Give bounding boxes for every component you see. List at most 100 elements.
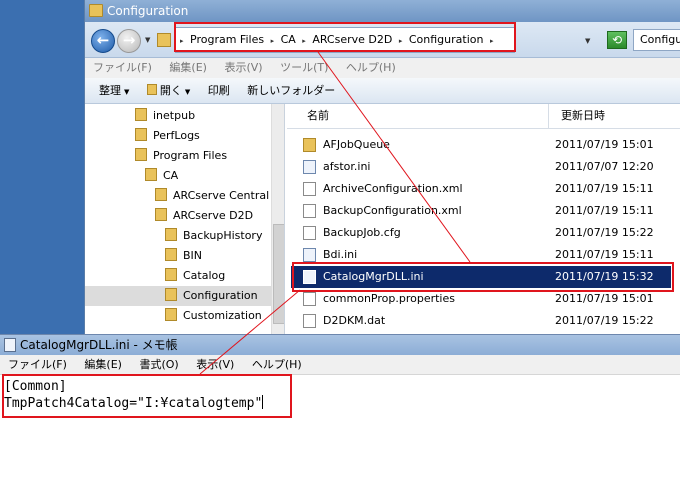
tree-item-inetpub[interactable]: inetpub	[135, 106, 195, 126]
file-date: 2011/07/07 12:20	[555, 160, 654, 173]
tree-item-label: ARCserve Central	[173, 189, 270, 202]
file-name: BackupJob.cfg	[323, 226, 401, 239]
notepad-menu-format[interactable]: 書式(O)	[139, 358, 178, 371]
file-row[interactable]: ArchiveConfiguration.xml 2011/07/19 15:11	[291, 178, 671, 200]
tree-item-label: Program Files	[153, 149, 228, 162]
tree-scrollbar[interactable]	[271, 104, 284, 340]
forward-arrow-icon: →	[122, 31, 136, 49]
folder-icon	[165, 248, 177, 261]
chevron-down-icon: ▼	[184, 88, 191, 96]
address-folder-icon	[157, 33, 171, 47]
address-highlight-box	[174, 22, 516, 52]
tree-item-label: ARCserve D2D	[173, 209, 254, 222]
notepad-menu-edit[interactable]: 編集(E)	[84, 358, 122, 371]
tree-item-label: inetpub	[153, 109, 196, 122]
file-name: afstor.ini	[323, 160, 371, 173]
tree-item-arcserve-d2d[interactable]: ARCserve D2D	[155, 206, 253, 226]
menu-view[interactable]: 表示(V)	[224, 61, 262, 74]
tree-item-ca[interactable]: CA	[145, 166, 178, 186]
forward-button[interactable]: →	[117, 29, 141, 53]
new-folder-button[interactable]: 新しいフォルダー	[247, 84, 335, 97]
open-label: 開く	[159, 84, 182, 97]
tree-item-perflogs[interactable]: PerfLogs	[135, 126, 200, 146]
text-highlight-box	[2, 374, 292, 418]
tree-item-label: Catalog	[183, 269, 226, 282]
chevron-down-icon: ▼	[124, 88, 130, 96]
tree-item-customization[interactable]: Customization	[165, 306, 262, 326]
document-icon	[303, 204, 316, 218]
file-name: AFJobQueue	[323, 138, 390, 151]
file-row[interactable]: D2DKM.dat 2011/07/19 15:22	[291, 310, 671, 332]
search-input[interactable]: Configur	[633, 29, 680, 51]
folder-icon	[135, 108, 147, 121]
file-row[interactable]: AFJobQueue 2011/07/19 15:01	[291, 134, 671, 156]
organize-label: 整理	[99, 84, 121, 97]
open-button[interactable]: 開く ▼	[146, 84, 191, 97]
column-header-date[interactable]: 更新日時	[549, 104, 680, 128]
menu-help[interactable]: ヘルプ(H)	[346, 61, 396, 74]
notepad-menu-help[interactable]: ヘルプ(H)	[252, 358, 302, 371]
tree-item-program-files[interactable]: Program Files	[135, 146, 227, 166]
folder-icon	[165, 308, 177, 321]
folder-icon	[135, 128, 147, 141]
command-bar: 整理 ▼ 開く ▼ 印刷 新しいフォルダー	[85, 78, 680, 104]
document-icon	[303, 226, 316, 240]
tree-item-configuration[interactable]: Configuration	[85, 286, 271, 306]
tree-item-label: BackupHistory	[183, 229, 263, 242]
document-icon	[303, 182, 316, 196]
file-date: 2011/07/19 15:22	[555, 314, 654, 327]
tree-item-label: PerfLogs	[153, 129, 200, 142]
notepad-menu-file[interactable]: ファイル(F)	[8, 358, 67, 371]
folder-icon	[155, 188, 167, 201]
folder-icon	[165, 268, 177, 281]
file-date: 2011/07/19 15:22	[555, 226, 654, 239]
folder-icon	[303, 138, 316, 152]
history-dropdown-icon[interactable]: ▼	[145, 36, 150, 44]
print-button[interactable]: 印刷	[208, 84, 230, 97]
tree-item-bin[interactable]: BIN	[165, 246, 202, 266]
menu-tools[interactable]: ツール(T)	[280, 61, 328, 74]
refresh-button[interactable]: ⟲	[607, 31, 627, 49]
notepad-menu-view[interactable]: 表示(V)	[196, 358, 234, 371]
file-row[interactable]: BackupJob.cfg 2011/07/19 15:22	[291, 222, 671, 244]
file-name: ArchiveConfiguration.xml	[323, 182, 463, 195]
tree-item-label: CA	[163, 169, 179, 182]
folder-icon	[165, 288, 177, 301]
back-button[interactable]: ←	[91, 29, 115, 53]
menu-edit[interactable]: 編集(E)	[169, 61, 207, 74]
settings-file-icon	[303, 248, 316, 262]
folder-icon	[89, 4, 103, 17]
file-row[interactable]: BackupConfiguration.xml 2011/07/19 15:11	[291, 200, 671, 222]
file-name: BackupConfiguration.xml	[323, 204, 462, 217]
tree-item-label: BIN	[183, 249, 203, 262]
explorer-title-bar[interactable]: Configuration	[85, 0, 680, 22]
tree-item-backuphistory[interactable]: BackupHistory	[165, 226, 262, 246]
tree-item-label: Customization	[183, 309, 262, 322]
address-dropdown-icon[interactable]: ▼	[585, 37, 590, 45]
tree-scrollbar-thumb[interactable]	[273, 224, 284, 324]
notepad-menu-bar: ファイル(F) 編集(E) 書式(O) 表示(V) ヘルプ(H)	[0, 355, 680, 375]
file-date: 2011/07/19 15:11	[555, 182, 654, 195]
tree-item-catalog[interactable]: Catalog	[165, 266, 225, 286]
tree-item-label: Configuration	[183, 289, 258, 302]
file-row[interactable]: afstor.ini 2011/07/07 12:20	[291, 156, 671, 178]
tree-item-arcserve-central[interactable]: ARCserve Central	[155, 186, 269, 206]
folder-icon	[165, 228, 177, 241]
folder-icon	[145, 168, 157, 181]
file-highlight-box	[292, 262, 674, 292]
explorer-title: Configuration	[107, 4, 189, 18]
document-icon	[303, 292, 316, 306]
folder-icon	[135, 148, 147, 161]
organize-button[interactable]: 整理 ▼	[99, 84, 129, 97]
notepad-title: CatalogMgrDLL.ini - メモ帳	[20, 338, 178, 352]
menu-file[interactable]: ファイル(F)	[93, 61, 152, 74]
document-icon	[303, 314, 316, 328]
file-date: 2011/07/19 15:11	[555, 204, 654, 217]
file-list: 名前 更新日時 AFJobQueue 2011/07/19 15:01 afsto…	[287, 104, 680, 340]
refresh-icon: ⟲	[611, 33, 623, 47]
column-header-name[interactable]: 名前	[287, 104, 549, 128]
file-name: D2DKM.dat	[323, 314, 386, 327]
notepad-title-bar[interactable]: CatalogMgrDLL.ini - メモ帳	[0, 335, 680, 355]
file-date: 2011/07/19 15:01	[555, 138, 654, 151]
header-divider	[287, 128, 680, 129]
